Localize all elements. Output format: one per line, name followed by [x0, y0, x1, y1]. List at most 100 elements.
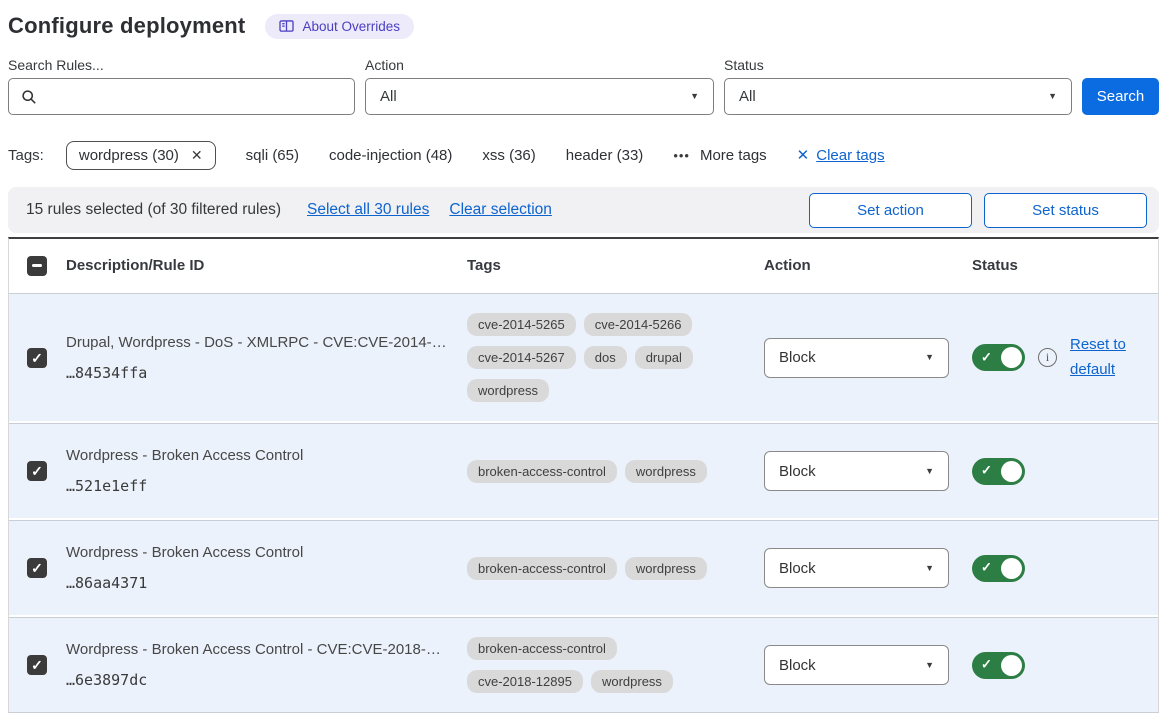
rule-tag: dos — [584, 346, 627, 369]
status-filter-select[interactable]: All ▼ — [724, 78, 1072, 115]
row-checkbox[interactable]: ✓ — [27, 461, 47, 481]
book-icon — [279, 20, 294, 33]
column-header-tags: Tags — [467, 257, 764, 274]
rule-description: Wordpress - Broken Access Control — [66, 544, 467, 561]
selection-bar: 15 rules selected (of 30 filtered rules)… — [8, 187, 1159, 233]
rule-action-select[interactable]: Block ▼ — [764, 451, 949, 491]
rule-action-value: Block — [779, 349, 816, 366]
rule-tag: wordpress — [591, 670, 673, 693]
action-filter-select[interactable]: All ▼ — [365, 78, 714, 115]
selected-tag-chip-wordpress[interactable]: wordpress (30) ✕ — [66, 141, 216, 170]
rules-table: Description/Rule ID Tags Action Status ✓… — [8, 237, 1159, 713]
search-rules-label: Search Rules... — [8, 57, 355, 73]
toggle-knob — [1001, 347, 1022, 368]
rule-tag: wordpress — [625, 557, 707, 580]
remove-tag-icon[interactable]: ✕ — [191, 147, 203, 164]
rule-action-select[interactable]: Block ▼ — [764, 548, 949, 588]
tag-filter-code-injection[interactable]: code-injection (48) — [329, 147, 452, 164]
about-overrides-badge[interactable]: About Overrides — [265, 14, 414, 39]
column-header-status: Status — [972, 257, 1158, 274]
reset-to-default-link[interactable]: Reset to default — [1070, 333, 1136, 383]
rule-tags: cve-2014-5265 cve-2014-5266 cve-2014-526… — [467, 313, 739, 402]
chevron-down-icon: ▼ — [925, 564, 934, 573]
check-icon: ✓ — [981, 349, 992, 365]
tag-filter-sqli[interactable]: sqli (65) — [246, 147, 299, 164]
rule-action-value: Block — [779, 560, 816, 577]
page-header: Configure deployment About Overrides — [8, 11, 1159, 41]
chevron-down-icon: ▼ — [690, 92, 699, 101]
rule-status-toggle[interactable]: ✓ — [972, 652, 1025, 679]
table-row: ✓ Wordpress - Broken Access Control …521… — [9, 423, 1158, 518]
rule-status-toggle[interactable]: ✓ — [972, 555, 1025, 582]
clear-tags-label: Clear tags — [816, 147, 884, 164]
rule-tag: broken-access-control — [467, 557, 617, 580]
toggle-knob — [1001, 461, 1022, 482]
rule-action-value: Block — [779, 463, 816, 480]
table-row: ✓ Wordpress - Broken Access Control - CV… — [9, 617, 1158, 712]
search-icon — [21, 89, 37, 105]
tag-filter-xss[interactable]: xss (36) — [482, 147, 535, 164]
row-checkbox[interactable]: ✓ — [27, 558, 47, 578]
table-row: ✓ Drupal, Wordpress - DoS - XMLRPC - CVE… — [9, 293, 1158, 421]
more-tags-label: More tags — [700, 147, 767, 164]
set-status-button[interactable]: Set status — [984, 193, 1147, 228]
rule-id: …6e3897dc — [66, 671, 467, 689]
row-checkbox[interactable]: ✓ — [27, 348, 47, 368]
chevron-down-icon: ▼ — [925, 467, 934, 476]
tag-filter-header[interactable]: header (33) — [566, 147, 644, 164]
rule-action-select[interactable]: Block ▼ — [764, 645, 949, 685]
rule-status-toggle[interactable]: ✓ — [972, 344, 1025, 371]
row-checkbox[interactable]: ✓ — [27, 655, 47, 675]
rule-tag: broken-access-control — [467, 637, 617, 660]
filter-row: Search Rules... Action All ▼ Status All … — [8, 57, 1159, 115]
table-header-row: Description/Rule ID Tags Action Status — [9, 239, 1158, 291]
rule-status-toggle[interactable]: ✓ — [972, 458, 1025, 485]
rule-tag: cve-2018-12895 — [467, 670, 583, 693]
column-header-description: Description/Rule ID — [66, 257, 467, 274]
selection-summary: 15 rules selected (of 30 filtered rules) — [26, 201, 281, 219]
rule-tag: drupal — [635, 346, 693, 369]
check-icon: ✓ — [981, 463, 992, 479]
rule-id: …86aa4371 — [66, 574, 467, 592]
toggle-knob — [1001, 558, 1022, 579]
set-action-button[interactable]: Set action — [809, 193, 972, 228]
action-filter-label: Action — [365, 57, 714, 73]
rule-tags: broken-access-control wordpress — [467, 557, 739, 580]
indeterminate-icon — [32, 264, 42, 267]
rule-action-select[interactable]: Block ▼ — [764, 338, 949, 378]
rule-id: …521e1eff — [66, 477, 467, 495]
ellipsis-icon: ••• — [673, 148, 690, 163]
rule-action-value: Block — [779, 657, 816, 674]
clear-selection-link[interactable]: Clear selection — [449, 201, 552, 219]
clear-tags-link[interactable]: ✕ Clear tags — [797, 146, 885, 164]
select-all-checkbox[interactable] — [27, 256, 47, 276]
close-icon: ✕ — [797, 146, 810, 164]
chevron-down-icon: ▼ — [925, 661, 934, 670]
rule-tags: broken-access-control cve-2018-12895 wor… — [467, 637, 739, 693]
rule-tag: broken-access-control — [467, 460, 617, 483]
configure-deployment-page: Configure deployment About Overrides Sea… — [0, 11, 1167, 713]
chevron-down-icon: ▼ — [925, 353, 934, 362]
chevron-down-icon: ▼ — [1048, 92, 1057, 101]
selected-tag-label: wordpress (30) — [79, 147, 179, 164]
page-title: Configure deployment — [8, 13, 245, 39]
rule-tag: cve-2014-5265 — [467, 313, 576, 336]
rule-tag: wordpress — [467, 379, 549, 402]
tags-bar: Tags: wordpress (30) ✕ sqli (65) code-in… — [8, 139, 1159, 171]
rule-tag: cve-2014-5266 — [584, 313, 693, 336]
search-button[interactable]: Search — [1082, 78, 1159, 115]
rule-tags: broken-access-control wordpress — [467, 460, 739, 483]
status-filter-label: Status — [724, 57, 1072, 73]
search-input[interactable] — [8, 78, 355, 115]
check-icon: ✓ — [981, 657, 992, 673]
column-header-action: Action — [764, 257, 972, 274]
action-filter-value: All — [380, 88, 397, 105]
status-filter-value: All — [739, 88, 756, 105]
select-all-rules-link[interactable]: Select all 30 rules — [307, 201, 429, 219]
rule-id: …84534ffa — [66, 364, 467, 382]
about-overrides-label: About Overrides — [302, 19, 400, 34]
rule-description: Drupal, Wordpress - DoS - XMLRPC - CVE:C… — [66, 334, 467, 351]
info-icon[interactable]: i — [1038, 348, 1057, 367]
more-tags-button[interactable]: ••• More tags — [673, 147, 766, 164]
rule-description: Wordpress - Broken Access Control - CVE:… — [66, 641, 467, 658]
